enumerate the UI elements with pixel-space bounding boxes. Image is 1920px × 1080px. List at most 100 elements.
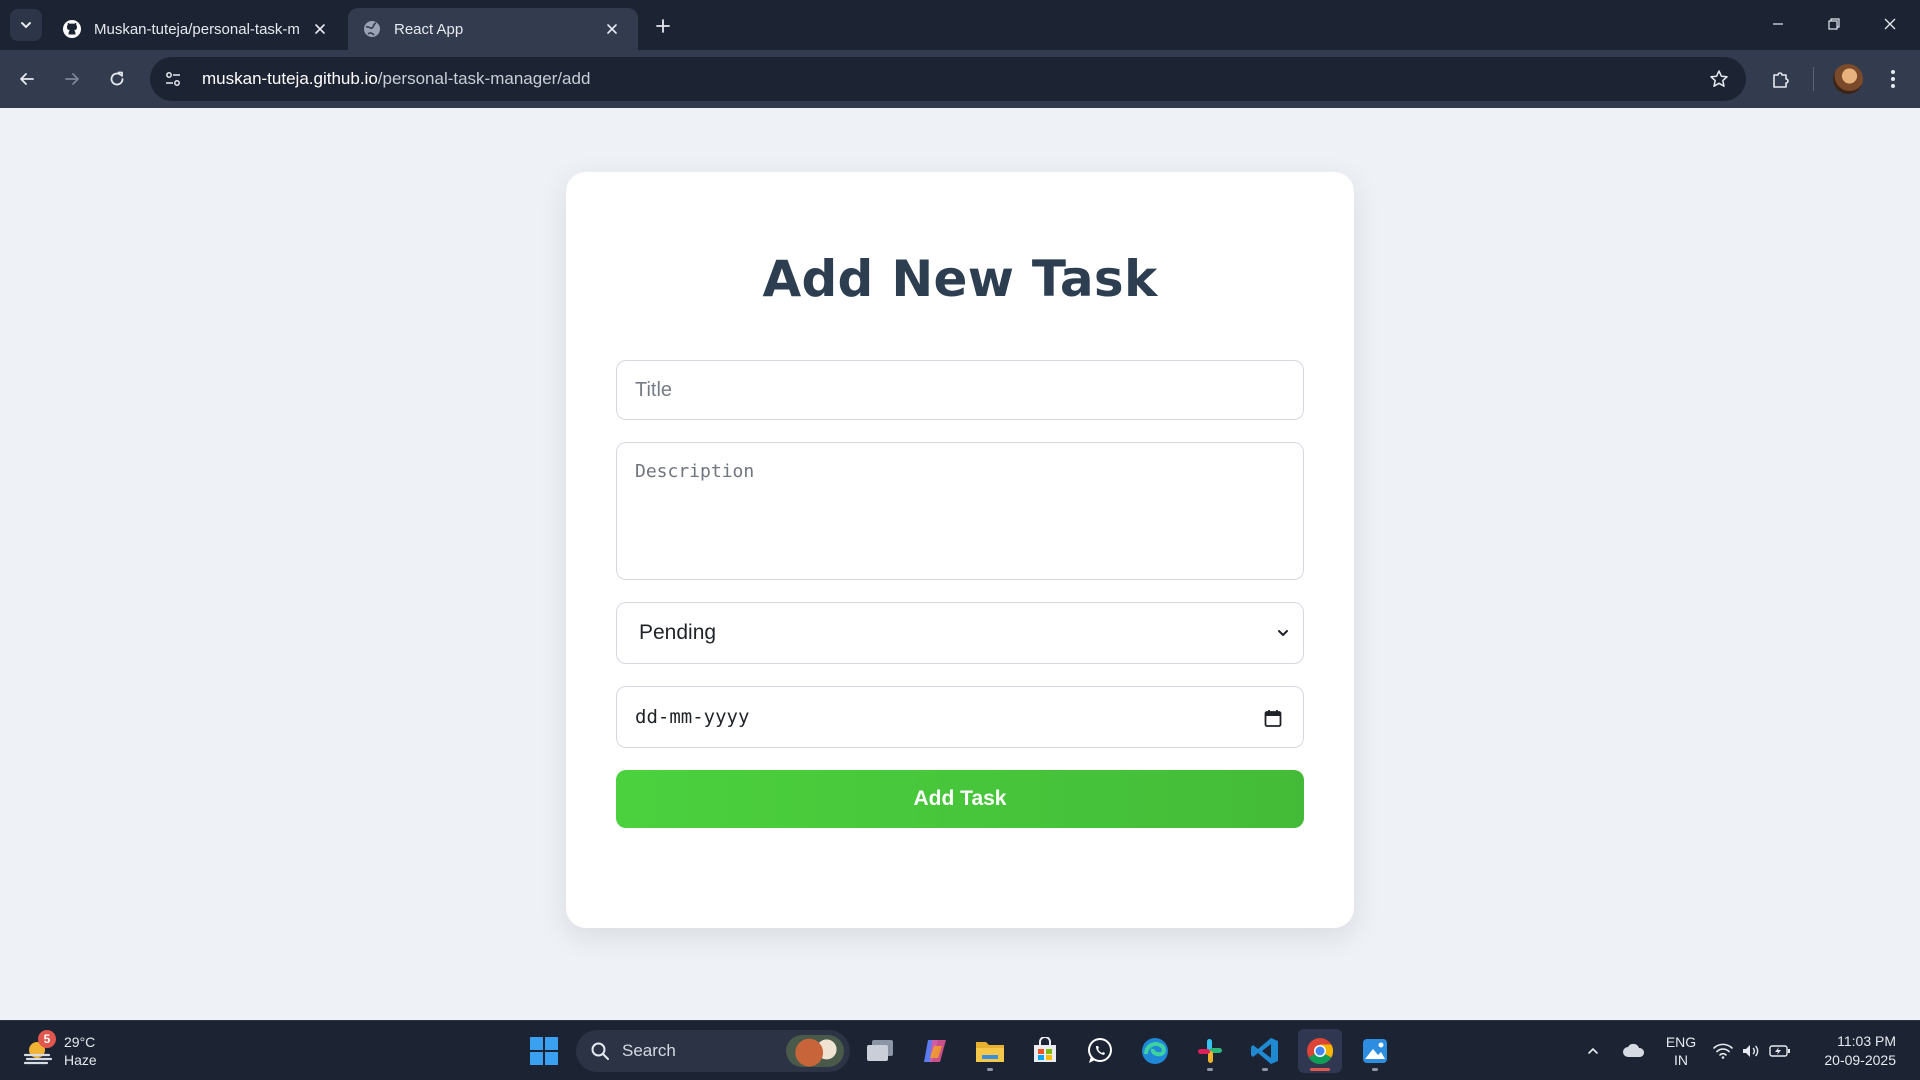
restore-icon: [1828, 18, 1840, 30]
puzzle-icon: [1773, 72, 1789, 88]
due-date-input[interactable]: dd-mm-yyyy: [616, 686, 1304, 748]
task-view-icon: [867, 1040, 893, 1061]
description-input[interactable]: [616, 442, 1304, 580]
weather-haze-icon: 5: [22, 1030, 56, 1068]
weather-alert-badge: 5: [38, 1030, 56, 1048]
browser-tab-strip: Muskan-tuteja/personal-task-m React App: [0, 0, 1920, 50]
more-vertical-icon: [1891, 70, 1895, 88]
tune-icon: [166, 72, 180, 86]
weather-temperature: 29°C: [64, 1034, 96, 1050]
tab-github[interactable]: Muskan-tuteja/personal-task-m: [48, 8, 346, 50]
language-region: IN: [1674, 1052, 1688, 1068]
tab-title: React App: [394, 20, 464, 38]
minimize-button[interactable]: [1750, 0, 1806, 48]
arrow-left-icon: [20, 73, 34, 85]
status-selected-value: Pending: [639, 621, 717, 644]
language-indicator[interactable]: ENG IN: [1660, 1029, 1702, 1073]
github-icon: [62, 19, 82, 39]
search-label: Search: [622, 1041, 676, 1060]
copilot-button[interactable]: [913, 1029, 957, 1073]
windows-icon: [530, 1037, 558, 1065]
close-icon[interactable]: [600, 17, 624, 41]
url-text[interactable]: muskan-tuteja.github.io/personal-task-ma…: [202, 69, 590, 89]
clock-date: 20-09-2025: [1824, 1052, 1896, 1068]
search-highlight-image: [786, 1035, 844, 1067]
site-info-button[interactable]: [156, 62, 190, 96]
restore-button[interactable]: [1806, 0, 1862, 48]
add-task-card: Add New Task Pending dd-mm-yyyy Add Task: [566, 172, 1354, 928]
running-indicator: [1207, 1068, 1213, 1071]
running-indicator: [1310, 1068, 1330, 1071]
vscode-icon: [1251, 1038, 1278, 1064]
browser-toolbar: muskan-tuteja.github.io/personal-task-ma…: [0, 50, 1920, 108]
taskbar: 5 29°C Haze Search ENG IN 11:03 PM 20-09…: [0, 1020, 1920, 1080]
tab-react-app[interactable]: React App: [348, 8, 638, 50]
back-button[interactable]: [11, 63, 43, 95]
slack-icon: [1198, 1039, 1222, 1063]
star-icon: [1710, 70, 1728, 87]
edge-icon: [1142, 1038, 1168, 1064]
copilot-icon: [924, 1040, 946, 1062]
store-icon: [1034, 1037, 1056, 1062]
bookmark-button[interactable]: [1704, 64, 1734, 94]
profile-avatar[interactable]: [1833, 64, 1863, 94]
cloud-icon: [1623, 1043, 1645, 1057]
browser-menu-button[interactable]: [1877, 63, 1909, 95]
vscode-button[interactable]: [1243, 1029, 1287, 1073]
plus-icon: [656, 19, 670, 33]
date-placeholder: dd-mm-yyyy: [635, 706, 750, 728]
quick-settings-button[interactable]: [1712, 1029, 1792, 1073]
extensions-button[interactable]: [1765, 63, 1797, 95]
tab-title: Muskan-tuteja/personal-task-m: [94, 20, 300, 38]
weather-description: Haze: [64, 1052, 97, 1068]
running-indicator: [987, 1068, 993, 1071]
start-button[interactable]: [522, 1029, 566, 1073]
chevron-down-icon: [1273, 623, 1293, 643]
close-icon[interactable]: [308, 17, 332, 41]
running-indicator: [1372, 1068, 1378, 1071]
clock-time: 11:03 PM: [1837, 1033, 1896, 1049]
chrome-button[interactable]: [1298, 1029, 1342, 1073]
slack-button[interactable]: [1188, 1029, 1232, 1073]
file-explorer-button[interactable]: [968, 1029, 1012, 1073]
forward-button[interactable]: [56, 63, 88, 95]
show-hidden-icons-button[interactable]: [1578, 1029, 1608, 1073]
edge-button[interactable]: [1133, 1029, 1177, 1073]
chevron-up-icon: [1588, 1047, 1598, 1054]
reload-button[interactable]: [101, 63, 133, 95]
whatsapp-icon: [1088, 1038, 1112, 1063]
arrow-right-icon: [65, 73, 79, 85]
chevron-down-icon: [21, 22, 31, 29]
photos-button[interactable]: [1353, 1029, 1397, 1073]
taskbar-search[interactable]: Search: [576, 1030, 850, 1072]
page-viewport: Add New Task Pending dd-mm-yyyy Add Task: [0, 108, 1920, 1020]
new-tab-button[interactable]: [648, 11, 678, 41]
language-code: ENG: [1665, 1034, 1697, 1050]
page-title: Add New Task: [762, 250, 1158, 308]
microsoft-store-button[interactable]: [1023, 1029, 1067, 1073]
tab-search-button[interactable]: [10, 9, 42, 41]
toolbar-divider: [1813, 67, 1814, 91]
globe-icon: [362, 19, 382, 39]
weather-widget[interactable]: 5 29°C Haze: [22, 1029, 97, 1073]
minimize-icon: [1773, 23, 1783, 25]
status-select[interactable]: Pending: [616, 602, 1304, 664]
calendar-icon[interactable]: [1261, 706, 1285, 730]
onedrive-button[interactable]: [1616, 1029, 1652, 1073]
address-bar[interactable]: muskan-tuteja.github.io/personal-task-ma…: [150, 57, 1746, 101]
running-indicator: [1262, 1068, 1268, 1071]
task-view-button[interactable]: [858, 1029, 902, 1073]
add-task-button[interactable]: Add Task: [616, 770, 1304, 828]
volume-icon: [1743, 1045, 1759, 1057]
close-window-button[interactable]: [1862, 0, 1918, 48]
photos-icon: [1363, 1039, 1387, 1063]
battery-charging-icon: [1769, 1045, 1790, 1057]
url-path: /personal-task-manager/add: [377, 69, 591, 88]
whatsapp-button[interactable]: [1078, 1029, 1122, 1073]
system-clock[interactable]: 11:03 PM 20-09-2025: [1824, 1032, 1896, 1070]
folder-icon: [976, 1042, 1004, 1062]
search-icon: [591, 1042, 609, 1060]
url-domain: muskan-tuteja.github.io: [202, 69, 378, 88]
reload-icon: [110, 71, 124, 86]
title-input[interactable]: [616, 360, 1304, 420]
